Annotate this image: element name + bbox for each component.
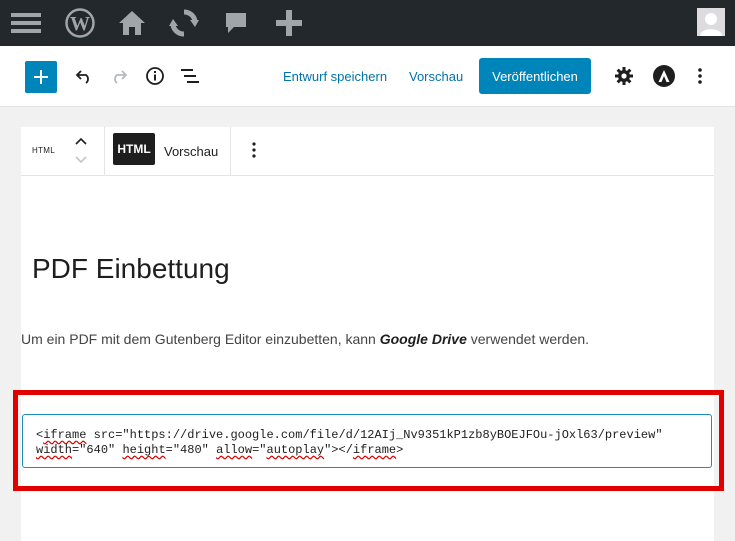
wordpress-logo-icon[interactable]: W bbox=[62, 0, 98, 46]
add-block-button[interactable] bbox=[25, 61, 57, 93]
info-icon[interactable] bbox=[143, 64, 167, 88]
outline-icon[interactable] bbox=[178, 64, 202, 88]
updates-icon[interactable] bbox=[165, 0, 203, 46]
preview-link[interactable]: Vorschau bbox=[409, 69, 463, 84]
move-down-icon[interactable] bbox=[75, 156, 87, 164]
plus-icon bbox=[34, 70, 48, 84]
redo-icon[interactable] bbox=[107, 64, 131, 88]
avatar[interactable] bbox=[697, 8, 725, 36]
admin-bar: W bbox=[0, 0, 735, 46]
settings-gear-icon[interactable] bbox=[612, 64, 636, 88]
new-content-icon[interactable] bbox=[272, 0, 306, 46]
block-toolbar: HTML HTML Vorschau bbox=[21, 127, 714, 176]
toolbar-divider bbox=[230, 127, 231, 175]
post-title[interactable]: PDF Einbettung bbox=[32, 253, 230, 285]
move-up-icon[interactable] bbox=[75, 137, 87, 145]
highlight-annotation-box bbox=[13, 390, 724, 491]
menu-icon[interactable] bbox=[8, 0, 44, 46]
more-options-icon[interactable] bbox=[688, 64, 712, 88]
paragraph-block[interactable]: Um ein PDF mit dem Gutenberg Editor einz… bbox=[21, 331, 589, 347]
block-more-options-icon[interactable] bbox=[251, 141, 257, 164]
toolbar-divider bbox=[104, 127, 105, 175]
editor-header: Entwurf speichern Vorschau Veröffentlich… bbox=[0, 46, 735, 107]
paragraph-text: Um ein PDF mit dem Gutenberg Editor einz… bbox=[21, 331, 380, 347]
save-draft-link[interactable]: Entwurf speichern bbox=[283, 69, 387, 84]
paragraph-bold-text: Google Drive bbox=[379, 331, 467, 347]
svg-text:W: W bbox=[70, 13, 90, 35]
comments-icon[interactable] bbox=[220, 0, 252, 46]
undo-icon[interactable] bbox=[72, 64, 96, 88]
home-icon[interactable] bbox=[114, 0, 150, 46]
tab-preview[interactable]: Vorschau bbox=[164, 144, 218, 159]
block-mover bbox=[73, 135, 89, 167]
tab-html[interactable]: HTML bbox=[113, 133, 155, 165]
astra-plugin-icon[interactable] bbox=[652, 64, 676, 88]
paragraph-text-end: verwendet werden. bbox=[466, 331, 590, 347]
publish-button[interactable]: Veröffentlichen bbox=[479, 58, 591, 94]
block-type-label[interactable]: HTML bbox=[32, 146, 55, 155]
